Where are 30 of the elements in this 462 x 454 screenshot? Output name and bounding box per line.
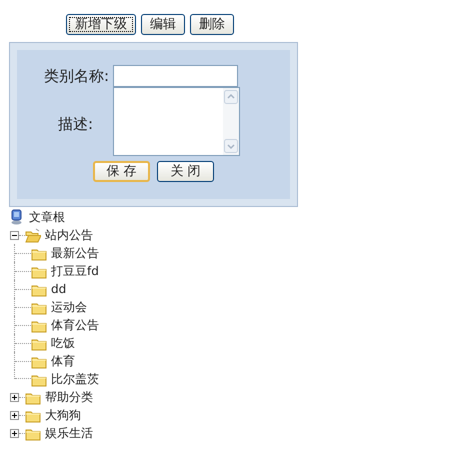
form-button[interactable]: 关 闭 (157, 161, 214, 182)
scroll-up-icon[interactable] (224, 90, 238, 104)
expand-icon[interactable] (10, 410, 19, 420)
expand-icon[interactable] (10, 428, 19, 438)
tree-node-label[interactable]: 站内公告 (41, 226, 93, 244)
toolbar-button[interactable]: 新增下级 (66, 14, 136, 35)
tree-node-label[interactable]: 体育 (47, 352, 75, 370)
form-button[interactable]: 保 存 (93, 161, 150, 182)
tree-node-label[interactable]: 吃饭 (47, 334, 75, 352)
collapse-icon[interactable] (10, 230, 19, 240)
name-input[interactable] (113, 65, 238, 87)
toolbar-button[interactable]: 删除 (190, 14, 234, 35)
description-textarea[interactable] (113, 87, 240, 156)
tree-node-label[interactable]: 比尔盖茨 (47, 370, 99, 388)
toolbar-button[interactable]: 编辑 (141, 14, 185, 35)
computer-icon (10, 209, 23, 225)
tree-node-label[interactable]: dd (47, 280, 66, 298)
scrollbar[interactable] (223, 88, 239, 155)
tree-node-label[interactable]: 帮助分类 (41, 388, 93, 406)
expand-icon[interactable] (10, 392, 19, 402)
scroll-down-icon[interactable] (224, 139, 238, 153)
field-label: 描述: (56, 114, 94, 135)
field-label: 类别名称: (42, 66, 110, 87)
tree-node-label[interactable]: 大狗狗 (41, 406, 81, 424)
tree-node-label[interactable]: 文章根 (23, 208, 65, 226)
tree-node-label[interactable]: 打豆豆fd (47, 262, 99, 280)
tree-node-label[interactable]: 娱乐生活 (41, 424, 93, 442)
tree-node-label[interactable]: 最新公告 (47, 244, 99, 262)
tree-node-label[interactable]: 运动会 (47, 298, 87, 316)
tree-node-label[interactable]: 体育公告 (47, 316, 99, 334)
